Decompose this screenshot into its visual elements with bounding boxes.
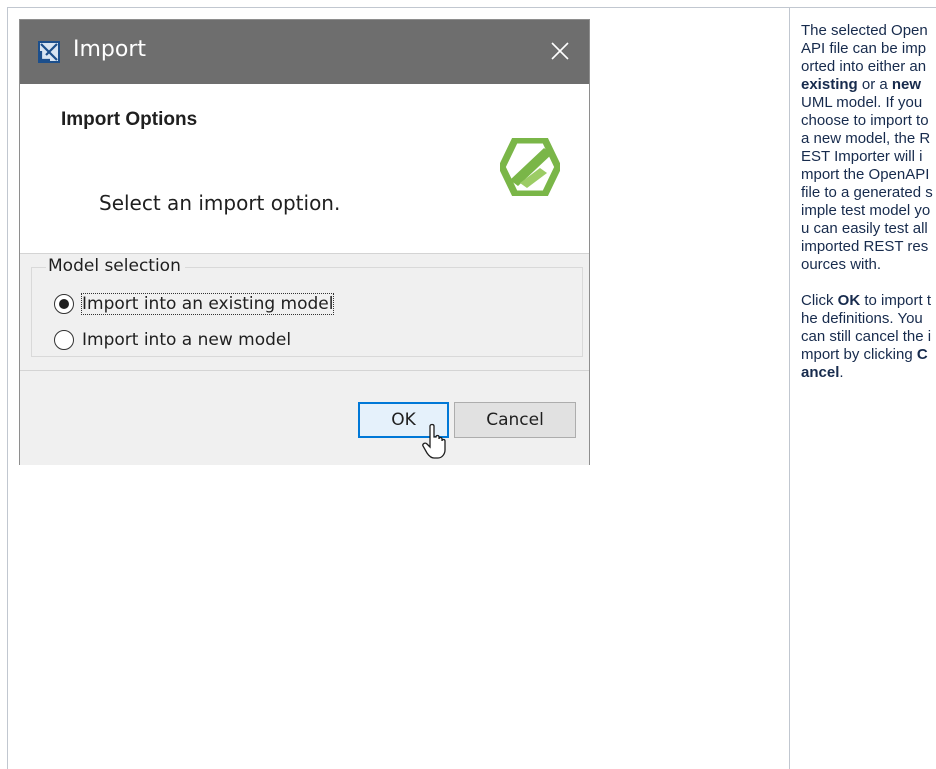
- side-paragraph-2: Click OK to import the definitions. You …: [801, 292, 933, 382]
- mouse-cursor-icon: [422, 423, 446, 459]
- table-border-top: [7, 7, 936, 8]
- dialog-title: Import: [73, 37, 147, 62]
- side-text-segment: or a: [857, 76, 892, 93]
- dialog-footer: OK Cancel: [20, 370, 589, 465]
- options-area: Model selection Import into an existing …: [20, 254, 589, 369]
- radio-new-model[interactable]: [54, 330, 74, 350]
- option-existing-model[interactable]: Import into an existing model: [54, 293, 335, 315]
- cancel-button[interactable]: Cancel: [454, 402, 576, 438]
- side-text-bold-ok: OK: [837, 292, 861, 309]
- import-dialog: Import Import Options Select an import o…: [19, 19, 590, 465]
- option-existing-label: Import into an existing model: [80, 293, 335, 315]
- header-title: Import Options: [61, 109, 198, 130]
- option-new-label: Import into a new model: [82, 330, 292, 350]
- side-text-segment: .: [839, 364, 844, 381]
- side-text-bold-existing: existing: [801, 76, 858, 93]
- table-column-divider: [789, 7, 790, 769]
- header-description: Select an import option.: [99, 191, 341, 215]
- model-selection-group: Model selection Import into an existing …: [31, 256, 583, 357]
- side-paragraph-1: The selected OpenAPI file can be importe…: [801, 22, 933, 274]
- dialog-header: Import Options Select an import option.: [20, 84, 589, 254]
- side-text-segment: The selected OpenAPI file can be importe…: [801, 22, 928, 75]
- product-logo: [500, 138, 560, 196]
- table-border-left: [7, 7, 8, 769]
- close-icon: [551, 42, 569, 60]
- side-text-bold-new: new: [891, 76, 922, 93]
- group-label: Model selection: [46, 256, 185, 276]
- side-description: The selected OpenAPI file can be importe…: [801, 22, 933, 400]
- option-new-model[interactable]: Import into a new model: [54, 330, 291, 350]
- app-icon: [38, 41, 60, 63]
- side-text-segment: Click: [801, 292, 838, 309]
- dialog-titlebar[interactable]: Import: [20, 20, 589, 84]
- radio-existing-model[interactable]: [54, 294, 74, 314]
- radio-selected-dot: [59, 299, 69, 309]
- close-button[interactable]: [543, 34, 577, 68]
- side-text-segment: UML model. If you choose to import to a …: [801, 94, 933, 273]
